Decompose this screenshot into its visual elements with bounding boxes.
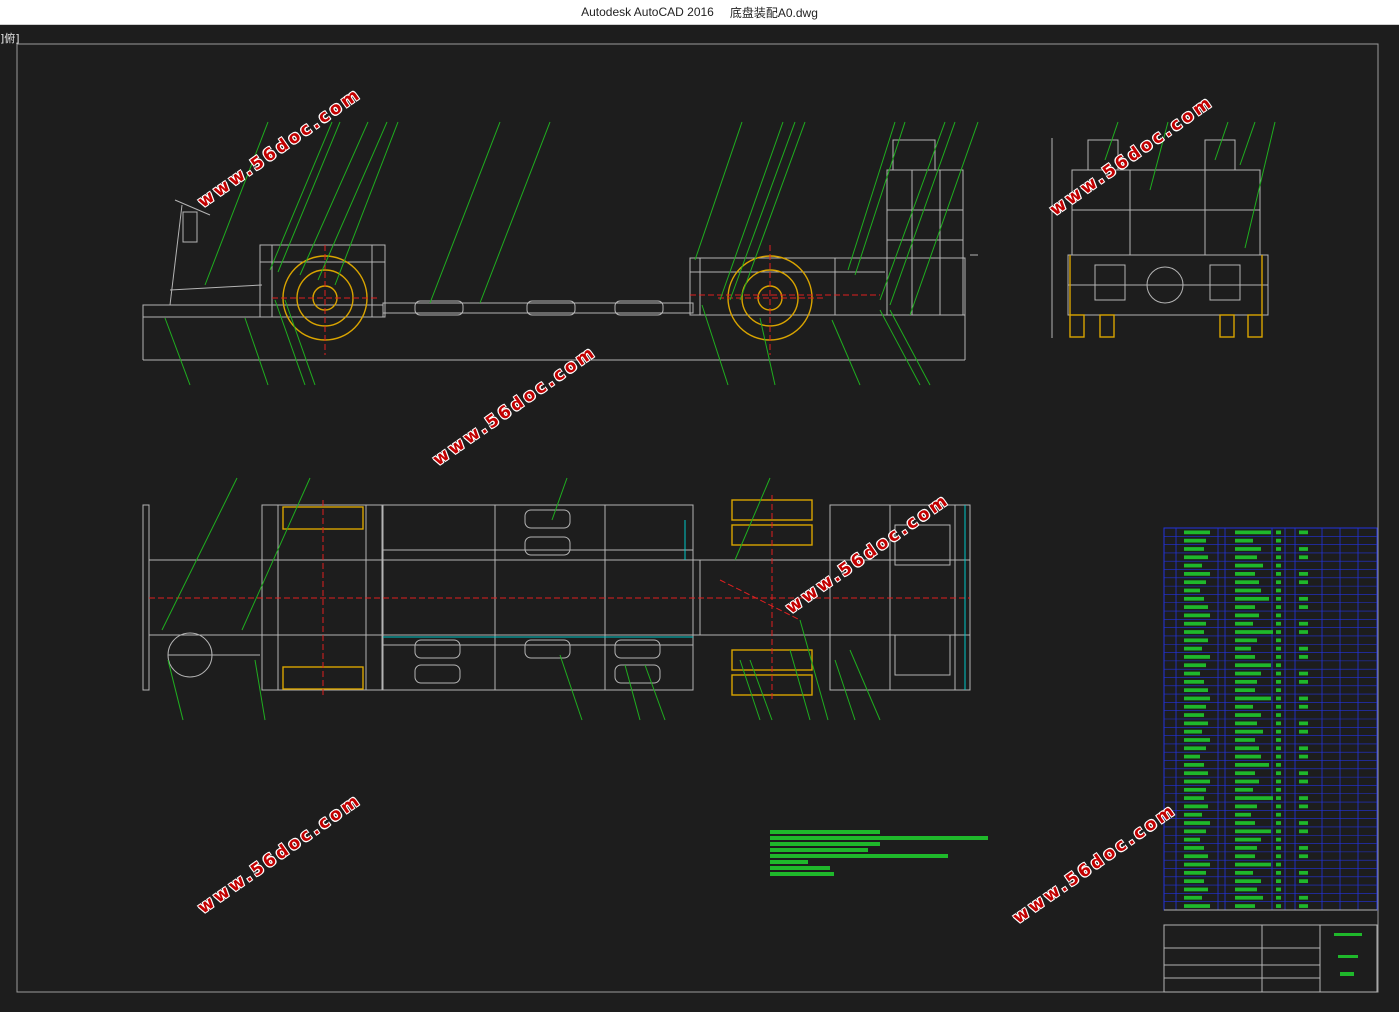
plan-view-centerlines (149, 495, 970, 700)
title-bar: Autodesk AutoCAD 2016 底盘装配A0.dwg (0, 0, 1399, 25)
file-name: 底盘装配A0.dwg (729, 5, 818, 20)
technical-notes (770, 830, 988, 876)
side-view-leaders (164, 121, 979, 386)
bom-table (1163, 527, 1378, 911)
end-view (1051, 138, 1269, 338)
title-block (1163, 909, 1378, 993)
app-name: Autodesk AutoCAD 2016 (581, 5, 714, 19)
drawing-canvas[interactable] (0, 24, 1399, 1012)
title-block-text (1334, 933, 1362, 976)
side-view (142, 139, 966, 361)
